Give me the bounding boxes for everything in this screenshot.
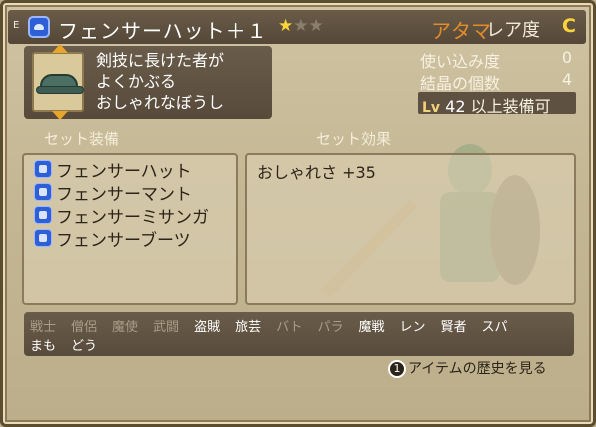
level-value: 42 [445, 97, 466, 116]
equipped-mark: E [13, 20, 20, 31]
rarity-stars: ★★★ [278, 16, 324, 36]
description-line: おしゃれなぼうし [96, 93, 225, 112]
usage-label: 使い込み度 [420, 52, 501, 71]
set-equipment-panel: フェンサーハット フェンサーマント フェンサーミサンガ フェンサーブーツ [22, 153, 238, 305]
item-description: 剣技に長けた者が よくかぶる おしゃれなぼうし [96, 50, 266, 113]
job-label: バト [276, 320, 303, 335]
jobs-row: まも どう [30, 335, 112, 354]
crystal-row: 結晶の個数 4 [420, 70, 574, 93]
description-line: よくかぶる [96, 72, 177, 91]
job-label: まも [30, 339, 57, 354]
description-line: 剣技に長けた者が [96, 51, 225, 70]
button-1-icon: 1 [388, 360, 406, 378]
item-name: フェンサーハット＋１ [58, 19, 268, 43]
job-label: 賢者 [440, 320, 467, 335]
item-portrait[interactable] [32, 44, 84, 120]
job-label: レン [399, 320, 426, 335]
glove-icon [34, 206, 52, 224]
armor-icon [34, 183, 52, 201]
hat-icon [34, 160, 52, 178]
job-label: 僧侶 [71, 320, 98, 335]
star-filled-icon: ★ [278, 16, 294, 36]
level-requirement: Lv 42 以上装備可 [422, 93, 551, 117]
job-label: どう [71, 339, 98, 354]
crystal-value: 4 [561, 70, 572, 89]
rarity-label: レア度 [486, 20, 540, 41]
equipment-slot: アタマ [431, 19, 491, 43]
job-label: 魔戦 [358, 320, 385, 335]
star-empty-icon: ★ [293, 16, 309, 36]
job-label: スパ [481, 320, 508, 335]
level-suffix: 以上装備可 [470, 97, 551, 116]
set-item-label: フェンサーブーツ [56, 231, 191, 251]
equippable-jobs: 戦士 僧侶 魔使 武闘 盗賊 旅芸 バト パラ 魔戦 レン 賢者 スパ まも どう [24, 312, 574, 356]
item-stats: 使い込み度 0 結晶の個数 4 Lv 42 以上装備可 [418, 48, 576, 117]
boots-icon [34, 229, 52, 247]
set-item-label: フェンサーハット [56, 162, 192, 182]
star-empty-icon: ★ [308, 16, 324, 36]
set-effect-text: おしゃれさ +35 [257, 163, 376, 182]
job-label: 魔使 [112, 320, 139, 335]
level-prefix: Lv [422, 100, 441, 116]
usage-row: 使い込み度 0 [420, 48, 574, 71]
set-effect-heading: セット効果 [316, 130, 392, 148]
jobs-row: 戦士 僧侶 魔使 武闘 盗賊 旅芸 バト パラ 魔戦 レン 賢者 スパ [30, 316, 523, 335]
item-header: E フェンサーハット＋１ ★★★ アタマ レア度 C [8, 10, 586, 44]
set-item-label: フェンサーミサンガ [56, 208, 209, 228]
scroll-up-icon[interactable] [52, 44, 68, 53]
set-equipment-heading: セット装備 [44, 130, 120, 148]
level-requirement-row: Lv 42 以上装備可 [418, 92, 576, 117]
hat-icon [36, 74, 84, 94]
set-item-label: フェンサーマント [56, 185, 192, 205]
usage-value: 0 [561, 48, 572, 67]
crystal-label: 結晶の個数 [420, 74, 501, 93]
item-history-label: アイテムの歴史を見る [408, 361, 547, 377]
job-label: 戦士 [30, 320, 57, 335]
job-label: 武闘 [153, 320, 180, 335]
item-description-box: 剣技に長けた者が よくかぶる おしゃれなぼうし [24, 44, 272, 120]
set-effect-panel: おしゃれさ +35 [245, 153, 576, 305]
hat-icon [28, 16, 50, 38]
job-label: 旅芸 [235, 320, 262, 335]
item-history-button[interactable]: 1 アイテムの歴史を見る [388, 358, 547, 378]
job-label: パラ [317, 320, 344, 335]
job-label: 盗賊 [194, 320, 221, 335]
rarity-value: C [562, 15, 576, 37]
scroll-down-icon[interactable] [52, 111, 68, 120]
